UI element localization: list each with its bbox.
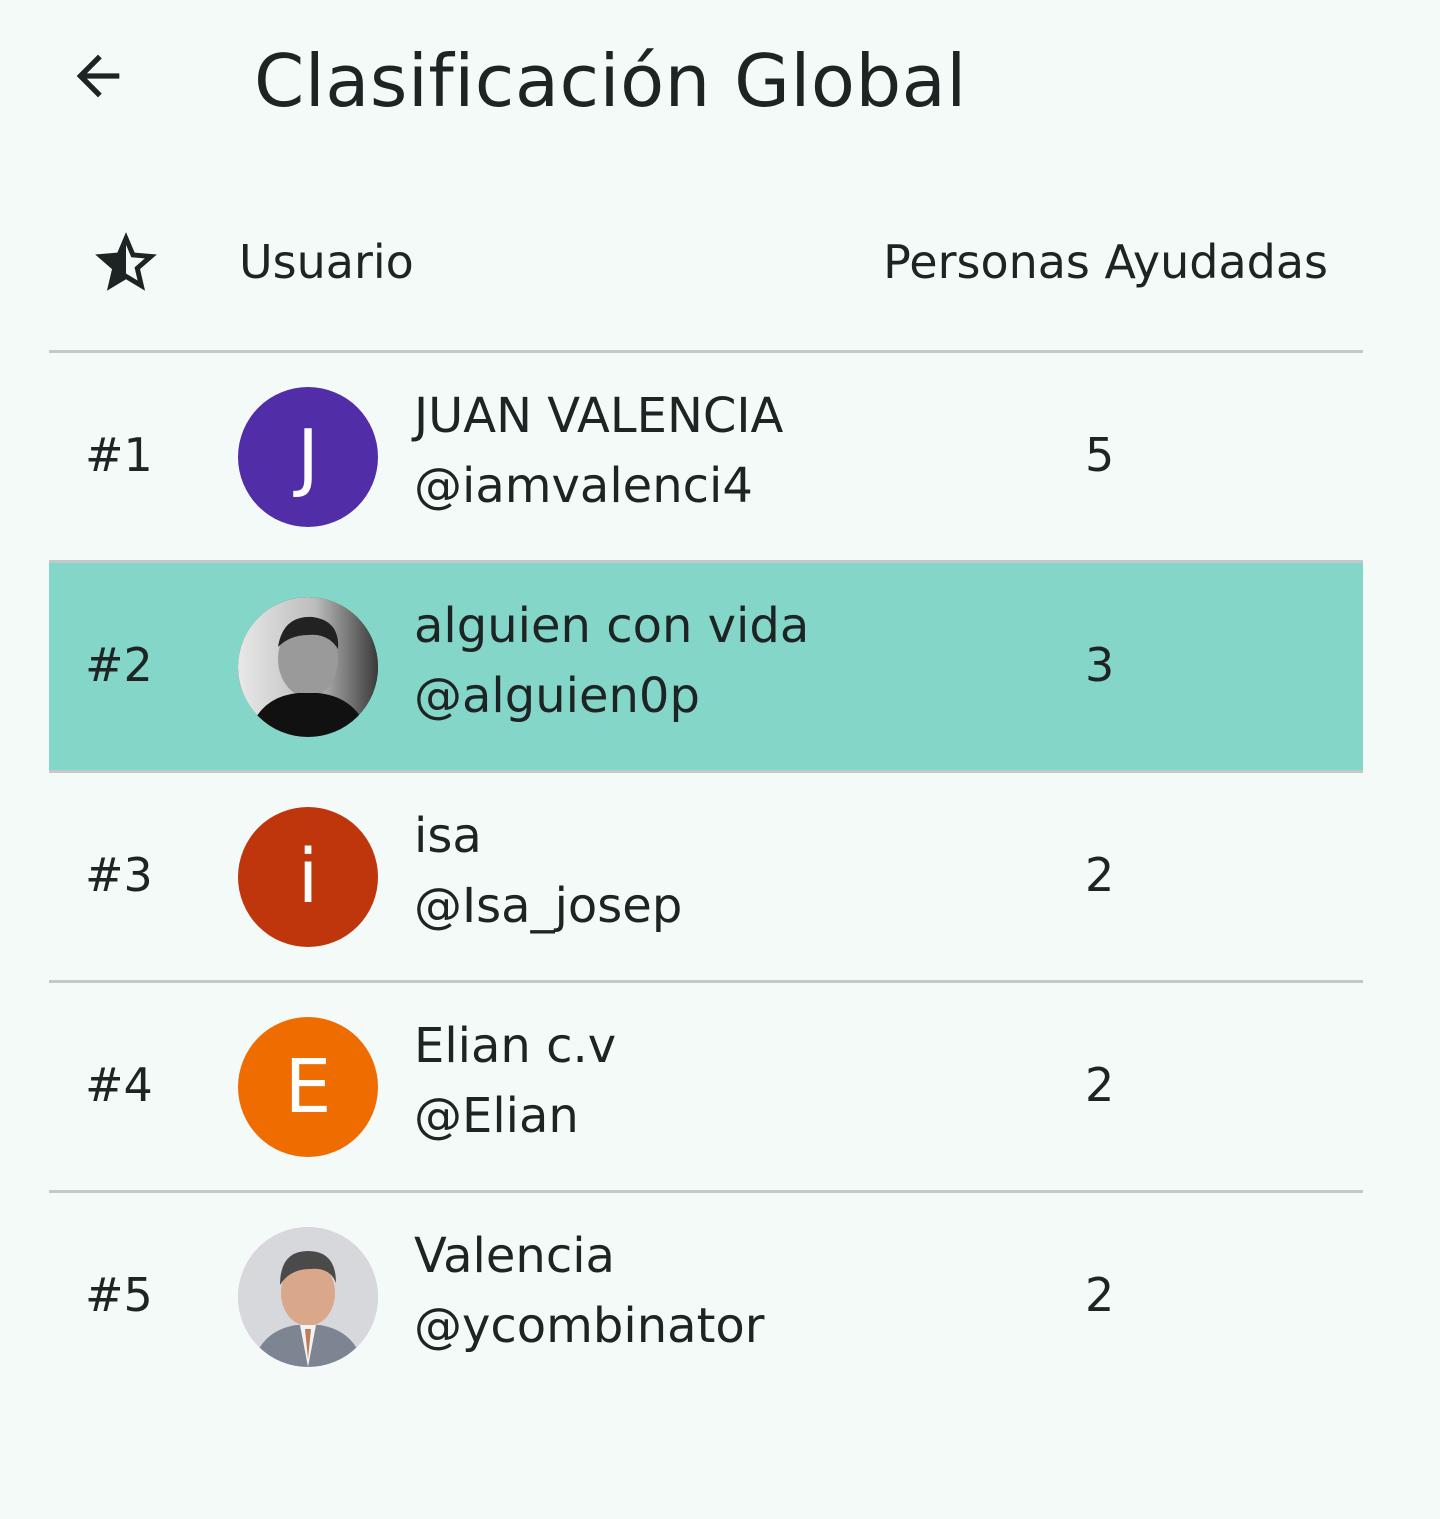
- user-name: JUAN VALENCIA: [414, 388, 784, 444]
- helped-count: 2: [1085, 1058, 1115, 1112]
- table-row[interactable]: #1 J JUAN VALENCIA @iamvalenci4 5: [49, 353, 1363, 563]
- rank-label: #2: [85, 638, 153, 692]
- column-header-count: Personas Ayudadas: [883, 235, 1328, 289]
- avatar-letter: J: [297, 414, 319, 500]
- rank-label: #5: [85, 1268, 153, 1322]
- user-name: Valencia: [414, 1228, 615, 1284]
- arrow-left-icon: [76, 54, 120, 98]
- avatar: E: [238, 1017, 378, 1157]
- table-row[interactable]: #4 E Elian c.v @Elian 2: [49, 983, 1363, 1193]
- top-app-bar: Clasificación Global: [0, 0, 1440, 160]
- user-name: alguien con vida: [414, 598, 810, 654]
- table-row[interactable]: #3 i isa @Isa_josep 2: [49, 773, 1363, 983]
- user-handle: @iamvalenci4: [414, 458, 753, 514]
- user-name: isa: [414, 808, 482, 864]
- user-name: Elian c.v: [414, 1018, 617, 1074]
- helped-count: 3: [1085, 638, 1115, 692]
- rank-label: #4: [85, 1058, 153, 1112]
- user-handle: @Elian: [414, 1088, 579, 1144]
- user-handle: @alguien0p: [414, 668, 700, 724]
- avatar: J: [238, 387, 378, 527]
- table-row[interactable]: #5 Valencia @ycombinator 2: [49, 1193, 1363, 1400]
- helped-count: 5: [1085, 428, 1115, 482]
- table-row-current-user[interactable]: #2 alguien con vida @alguien0p 3: [49, 563, 1363, 773]
- user-handle: @Isa_josep: [414, 878, 683, 934]
- avatar-photo: [238, 597, 378, 737]
- star-icon: [95, 232, 157, 291]
- profile-photo-icon: [238, 1227, 378, 1367]
- column-header-user: Usuario: [239, 235, 414, 289]
- rank-label: #1: [85, 428, 153, 482]
- leaderboard-table: Usuario Personas Ayudadas #1 J JUAN VALE…: [49, 180, 1363, 1400]
- helped-count: 2: [1085, 848, 1115, 902]
- avatar-letter: i: [297, 834, 319, 920]
- avatar-letter: E: [284, 1044, 332, 1130]
- helped-count: 2: [1085, 1268, 1115, 1322]
- profile-photo-icon: [238, 597, 378, 737]
- user-handle: @ycombinator: [414, 1298, 765, 1354]
- rank-label: #3: [85, 848, 153, 902]
- page-title: Clasificación Global: [254, 39, 967, 123]
- avatar: i: [238, 807, 378, 947]
- avatar-photo: [238, 1227, 378, 1367]
- back-button[interactable]: [58, 36, 138, 116]
- table-header: Usuario Personas Ayudadas: [49, 180, 1363, 353]
